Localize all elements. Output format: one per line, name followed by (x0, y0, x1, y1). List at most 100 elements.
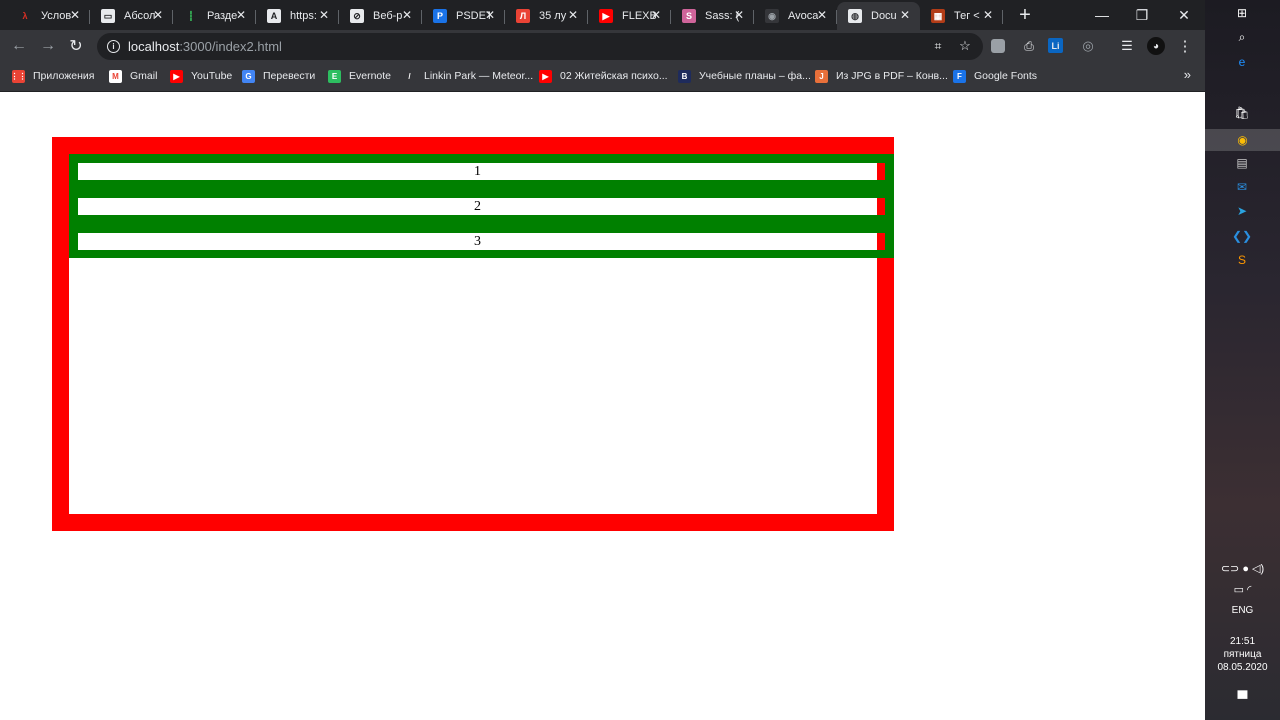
bookmark-7[interactable]: ▶ 02 Житейская психо... (539, 68, 668, 84)
tab-2[interactable]: ▭ Абсол ✕ (90, 2, 173, 30)
tab-close-icon[interactable]: ✕ (900, 8, 910, 22)
bookmark-9[interactable]: J Из JPG в PDF – Конв... (815, 68, 948, 84)
window-minimize-button[interactable]: — (1081, 0, 1123, 30)
profile-avatar-icon[interactable]: ◕ (1147, 37, 1165, 55)
tab-close-icon[interactable]: ✕ (734, 8, 744, 22)
translate-icon[interactable]: ⌗ (929, 37, 947, 55)
tab-close-icon[interactable]: ✕ (568, 8, 578, 22)
bookmark-label: YouTube (191, 70, 233, 82)
tab-close-icon[interactable]: ✕ (70, 8, 80, 22)
tab-favicon-icon: P (433, 9, 447, 23)
tab-4[interactable]: Ahttps: ✕ (256, 2, 339, 30)
extension-icon-4[interactable]: ◎ (1079, 37, 1097, 55)
bookmarks-overflow-button[interactable]: » (1184, 67, 1191, 82)
bookmark-8[interactable]: В Учебные планы – фа... (678, 68, 811, 84)
item-red-stub (877, 163, 885, 180)
edge-icon[interactable]: e (1233, 53, 1251, 71)
windows-start-icon[interactable]: ⊞ (1233, 4, 1251, 22)
tab-3[interactable]: ┇ Разде ✕ (173, 2, 256, 30)
translate-icon: G (242, 69, 255, 83)
bookmark-1[interactable]: ⋮⋮ Приложения (11, 68, 95, 84)
store-icon[interactable]: 🛍 (1233, 104, 1251, 122)
tab-1[interactable]: λ Услов ✕ (7, 2, 90, 30)
tab-favicon-icon: ◍ (848, 9, 862, 23)
bookmark-label: Gmail (130, 70, 158, 82)
gmail-icon: M (109, 69, 122, 83)
tab-close-icon[interactable]: ✕ (402, 8, 412, 22)
url-text[interactable]: localhost:3000/index2.html (128, 39, 282, 54)
tab-close-icon[interactable]: ✕ (651, 8, 661, 22)
photos-icon[interactable]: ▤ (1233, 154, 1251, 172)
list-item: 2 (78, 198, 885, 215)
forward-button[interactable]: → (38, 36, 58, 56)
tab-close-icon[interactable]: ✕ (236, 8, 246, 22)
url-host: localhost (128, 39, 180, 54)
window-maximize-button[interactable]: ❐ (1121, 0, 1163, 30)
tab-8[interactable]: ▶ FLEXB ✕ (588, 2, 671, 30)
language-indicator[interactable]: ENG (1205, 605, 1280, 616)
tab-close-icon[interactable]: ✕ (983, 8, 993, 22)
bookmark-4[interactable]: G Перевести (242, 68, 315, 84)
tab-12[interactable]: ▦ Тег < ✕ (920, 2, 1003, 30)
bookmark-label: Приложения (33, 70, 95, 82)
item-label: 3 (474, 234, 481, 249)
menu-kebab-icon[interactable]: ⋮ (1176, 37, 1194, 55)
extension-icon-2[interactable]: ⎙ (1020, 37, 1038, 55)
clock-time[interactable]: 21:51 (1205, 636, 1280, 647)
tab-favicon-icon: λ (18, 9, 32, 23)
item-red-stub (877, 198, 885, 215)
item-red-stub (877, 233, 885, 250)
site-info-icon[interactable]: i (107, 40, 120, 53)
tab-favicon-icon: ▦ (931, 9, 945, 23)
tab-6[interactable]: P PSDET ✕ (422, 2, 505, 30)
bookmark-10[interactable]: F Google Fonts (953, 68, 1037, 84)
browser-window: λ Услов ✕ ▭ Абсол ✕ ┇ Разде ✕ Ahttps: ✕ ⊘ Веб-р ✕ P PSD… (0, 0, 1205, 720)
extension-icon-1[interactable] (991, 39, 1005, 53)
extension-icon-3[interactable]: Li (1048, 38, 1063, 53)
evernote-icon: E (328, 69, 341, 83)
new-tab-button[interactable]: + (1015, 5, 1035, 25)
browser-toolbar: ← → ↻ i localhost:3000/index2.html ⌗ ☆ ⎙… (0, 30, 1205, 62)
tab-close-icon[interactable]: ✕ (319, 8, 329, 22)
tab-5[interactable]: ⊘ Веб-р ✕ (339, 2, 422, 30)
list-item: 1 (78, 163, 885, 180)
telegram-icon[interactable]: ➤ (1233, 202, 1251, 220)
bookmark-3[interactable]: ▶ YouTube (170, 68, 232, 84)
bookmark-star-icon[interactable]: ☆ (956, 37, 974, 55)
bookmark-label: Перевести (263, 70, 316, 82)
tab-close-icon[interactable]: ✕ (817, 8, 827, 22)
linkin-park-icon: / (403, 69, 416, 83)
mail-icon[interactable]: ✉ (1233, 178, 1251, 196)
youtube-icon: ▶ (539, 69, 552, 83)
bookmark-label: Google Fonts (974, 70, 1038, 82)
notifications-icon[interactable]: ▀ (1205, 690, 1280, 706)
tab-favicon-icon: ◉ (765, 9, 779, 23)
window-close-button[interactable]: ✕ (1163, 0, 1205, 30)
bookmark-6[interactable]: / Linkin Park — Meteor... (403, 68, 533, 84)
tab-close-icon[interactable]: ✕ (153, 8, 163, 22)
clock-date: 08.05.2020 (1217, 662, 1268, 673)
tab-9[interactable]: S Sass: (✕ (671, 2, 754, 30)
address-bar[interactable]: i localhost:3000/index2.html ⌗ ☆ (97, 33, 983, 60)
network-battery-icons[interactable]: ▭ ◜ (1205, 583, 1280, 596)
media-control-icon[interactable]: ☰ (1118, 37, 1136, 55)
tab-favicon-icon: ▶ (599, 9, 613, 23)
search-icon[interactable]: ⌕ (1233, 28, 1251, 46)
tab-separator (1002, 10, 1003, 24)
jpg-pdf-icon: J (815, 69, 828, 83)
system-tray-icons[interactable]: ⊂⊃ ● ◁) (1205, 562, 1280, 575)
vscode-icon[interactable]: ❮❯ (1232, 227, 1252, 245)
tab-10[interactable]: ◉ Avoca ✕ (754, 2, 837, 30)
chrome-icon[interactable]: ◉ (1205, 129, 1280, 151)
bookmark-2[interactable]: M Gmail (109, 68, 157, 84)
tab-close-icon[interactable]: ✕ (485, 8, 495, 22)
hse-icon: В (678, 69, 691, 83)
bookmark-5[interactable]: E Evernote (328, 68, 391, 84)
back-button[interactable]: ← (9, 36, 29, 56)
page-content: 1 2 3 (0, 92, 1205, 720)
tab-11[interactable]: ◍ Docu ✕ (837, 2, 920, 30)
reload-button[interactable]: ↻ (66, 36, 86, 56)
tab-favicon-icon: ▭ (101, 9, 115, 23)
sublime-icon[interactable]: S (1233, 251, 1251, 269)
tab-7[interactable]: Л 35 лу ✕ (505, 2, 588, 30)
